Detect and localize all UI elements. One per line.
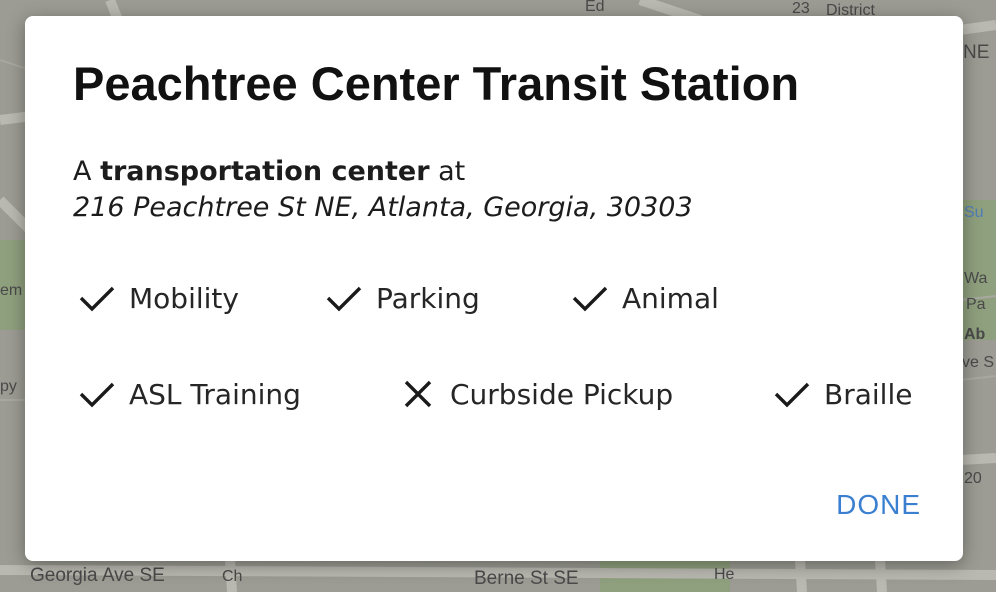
- map-street-label: Wa: [964, 270, 988, 287]
- feature-asl-training: ASL Training: [77, 374, 301, 414]
- map-street-label: Pa: [966, 296, 986, 313]
- map-street-label: Ch: [222, 568, 243, 585]
- feature-label: Animal: [622, 281, 719, 315]
- map-street-label: Ab: [964, 326, 986, 343]
- map-street-label: Ed: [585, 0, 605, 15]
- map-street-label: em: [0, 282, 23, 299]
- description-prefix: A: [73, 156, 101, 187]
- map-route-shield: 20: [964, 470, 982, 487]
- check-icon: [324, 278, 364, 318]
- check-icon: [772, 374, 812, 414]
- feature-animal: Animal: [570, 278, 719, 318]
- done-button[interactable]: DONE: [834, 483, 923, 527]
- map-street-label: py: [0, 378, 17, 395]
- feature-label: Curbside Pickup: [450, 377, 674, 411]
- close-icon: [398, 374, 438, 414]
- station-address: 216 Peachtree St NE, Atlanta, Georgia, 3…: [73, 192, 693, 223]
- check-icon: [77, 374, 117, 414]
- map-street-label: Georgia Ave SE: [30, 565, 165, 586]
- feature-braille: Braille: [772, 374, 912, 414]
- map-street-label: ve S: [962, 354, 995, 371]
- map-street-label: Berne St SE: [474, 568, 579, 589]
- feature-label: Braille: [824, 377, 913, 411]
- dialog-title: Peachtree Center Transit Station: [73, 57, 800, 110]
- map-street-label: He: [714, 566, 735, 583]
- check-icon: [77, 278, 117, 318]
- feature-mobility: Mobility: [77, 278, 239, 318]
- map-street-label: Su: [964, 204, 984, 221]
- station-description: A transportation center at: [73, 156, 465, 187]
- description-suffix: at: [429, 156, 466, 187]
- station-info-dialog: Peachtree Center Transit Station A trans…: [25, 16, 963, 561]
- feature-label: ASL Training: [129, 377, 301, 411]
- feature-label: Mobility: [129, 281, 239, 315]
- feature-label: Parking: [376, 281, 480, 315]
- map-street-label: NE: [963, 42, 990, 63]
- feature-parking: Parking: [324, 278, 480, 318]
- feature-curbside-pickup: Curbside Pickup: [398, 374, 673, 414]
- station-type: transportation center: [100, 156, 430, 187]
- check-icon: [570, 278, 610, 318]
